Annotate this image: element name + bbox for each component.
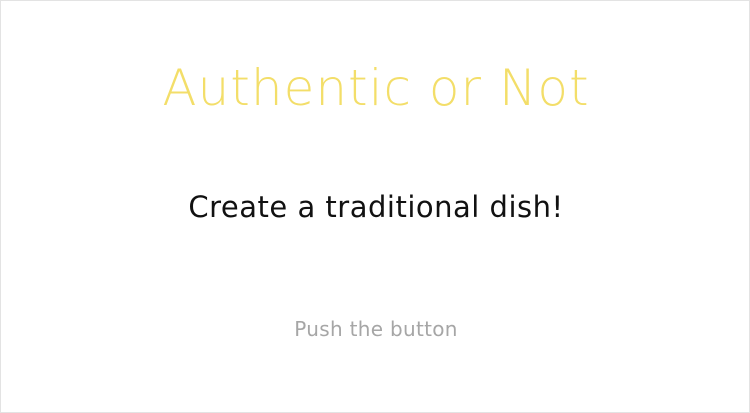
push-button-prompt[interactable]: Push the button — [1, 314, 750, 344]
game-title: Authentic or Not — [162, 59, 590, 117]
start-screen: Authentic or Not Create a traditional di… — [0, 0, 750, 413]
game-subtitle: Create a traditional dish! — [188, 190, 564, 224]
